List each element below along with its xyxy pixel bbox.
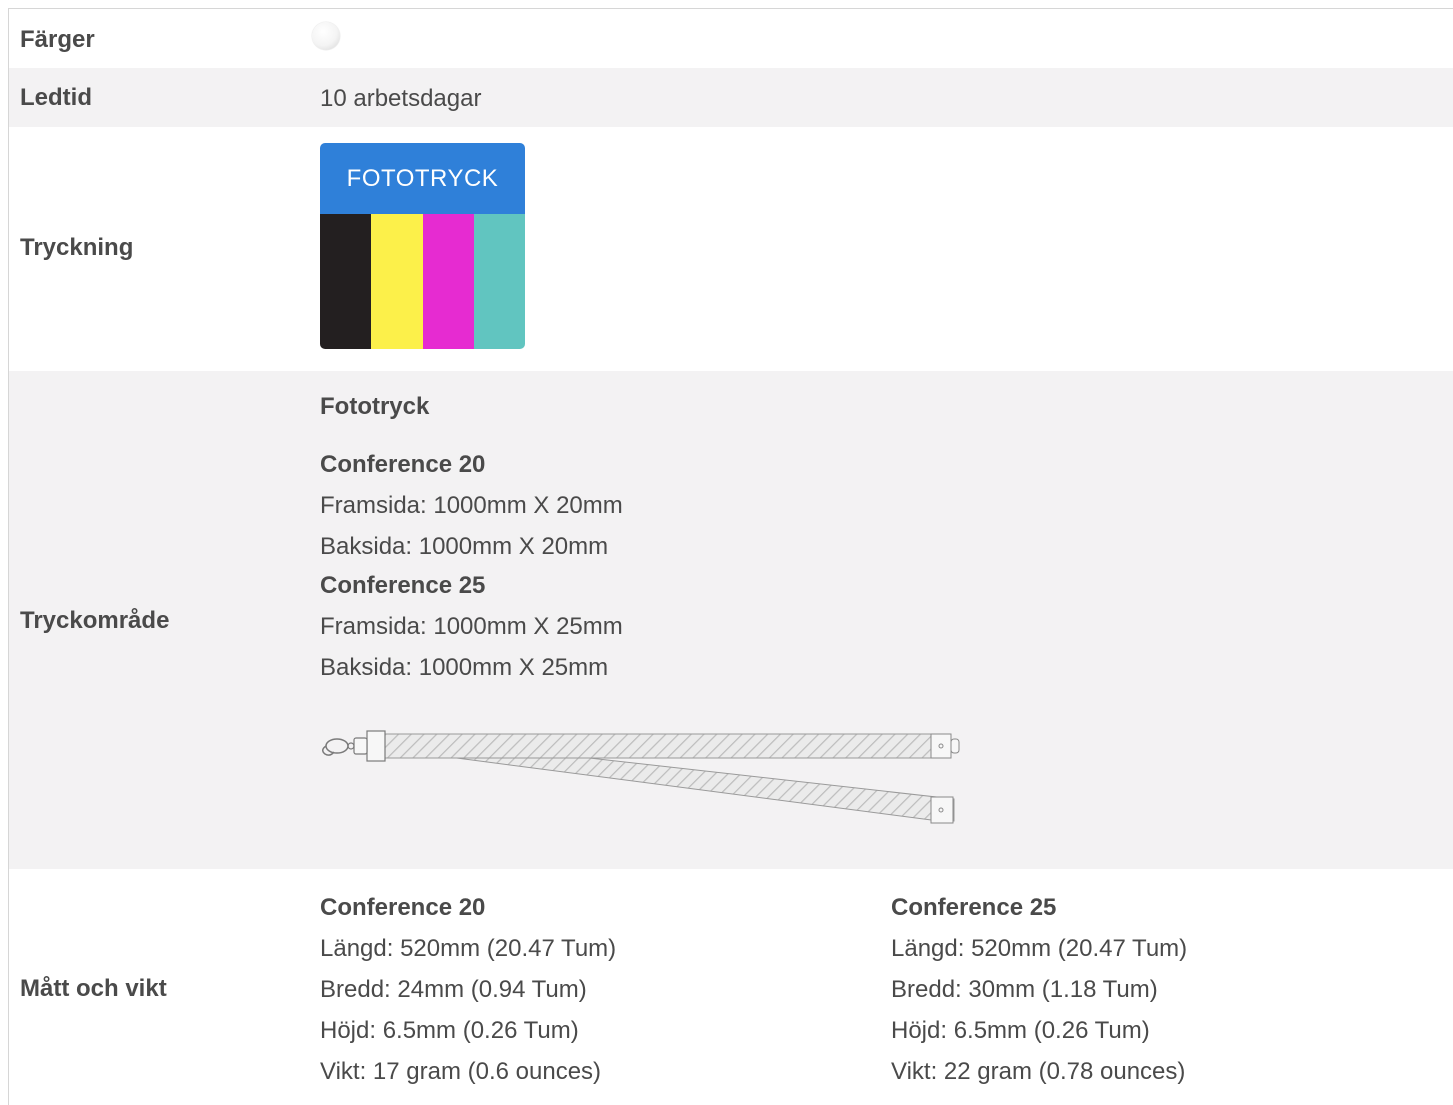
row-label-lead-time: Ledtid: [20, 84, 92, 111]
bar-yellow: [371, 214, 423, 349]
print-method-title: Fototryck: [320, 393, 430, 420]
row-label-colors: Färger: [20, 26, 95, 53]
print-area-back: Baksida: 1000mm X 20mm: [320, 533, 609, 560]
lanyard-illustration: [322, 730, 960, 824]
row-label-dimensions: Mått och vikt: [20, 975, 167, 1002]
row-label-print-area: Tryckområde: [20, 607, 170, 634]
row-colors: Färger: [9, 9, 1453, 68]
bar-black: [320, 214, 372, 349]
badge-header: FOTOTRYCK: [320, 143, 525, 214]
lead-time-value: 10 arbetsdagar: [320, 85, 482, 112]
print-area-model-name: Conference 25: [320, 572, 486, 599]
dimensions-length: Längd: 520mm (20.47 Tum): [320, 935, 617, 962]
dimensions-height: Höjd: 6.5mm (0.26 Tum): [891, 1017, 1150, 1044]
row-dimensions: Mått och vikt: [9, 869, 1453, 1105]
row-printing: Tryckning: [9, 127, 1453, 371]
row-label-printing: Tryckning: [20, 234, 134, 261]
row-lead-time: Ledtid 10 arbetsdagar: [9, 68, 1453, 127]
product-specs-table: Färger Ledtid 10 arbetsdagar Tryckning T…: [8, 8, 1453, 1105]
dimensions-length: Längd: 520mm (20.47 Tum): [891, 935, 1188, 962]
print-method-badge: FOTOTRYCK: [320, 143, 525, 349]
badge-title: FOTOTRYCK: [346, 164, 499, 192]
dimensions-width: Bredd: 30mm (1.18 Tum): [891, 976, 1158, 1003]
dimensions-model-name: Conference 25: [891, 894, 1057, 921]
cmyk-bars: [320, 214, 525, 349]
color-swatch-white[interactable]: [312, 22, 340, 50]
dimensions-height: Höjd: 6.5mm (0.26 Tum): [320, 1017, 579, 1044]
print-area-back: Baksida: 1000mm X 25mm: [320, 654, 609, 681]
dimensions-weight: Vikt: 22 gram (0.78 ounces): [891, 1058, 1186, 1085]
bar-cyan: [473, 214, 525, 349]
print-area-model-name: Conference 20: [320, 451, 486, 478]
print-area-front: Framsida: 1000mm X 25mm: [320, 613, 623, 640]
print-area-front: Framsida: 1000mm X 20mm: [320, 492, 623, 519]
dimensions-width: Bredd: 24mm (0.94 Tum): [320, 976, 587, 1003]
dimensions-model-name: Conference 20: [320, 894, 486, 921]
bar-magenta: [422, 214, 474, 349]
dimensions-weight: Vikt: 17 gram (0.6 ounces): [320, 1058, 602, 1085]
